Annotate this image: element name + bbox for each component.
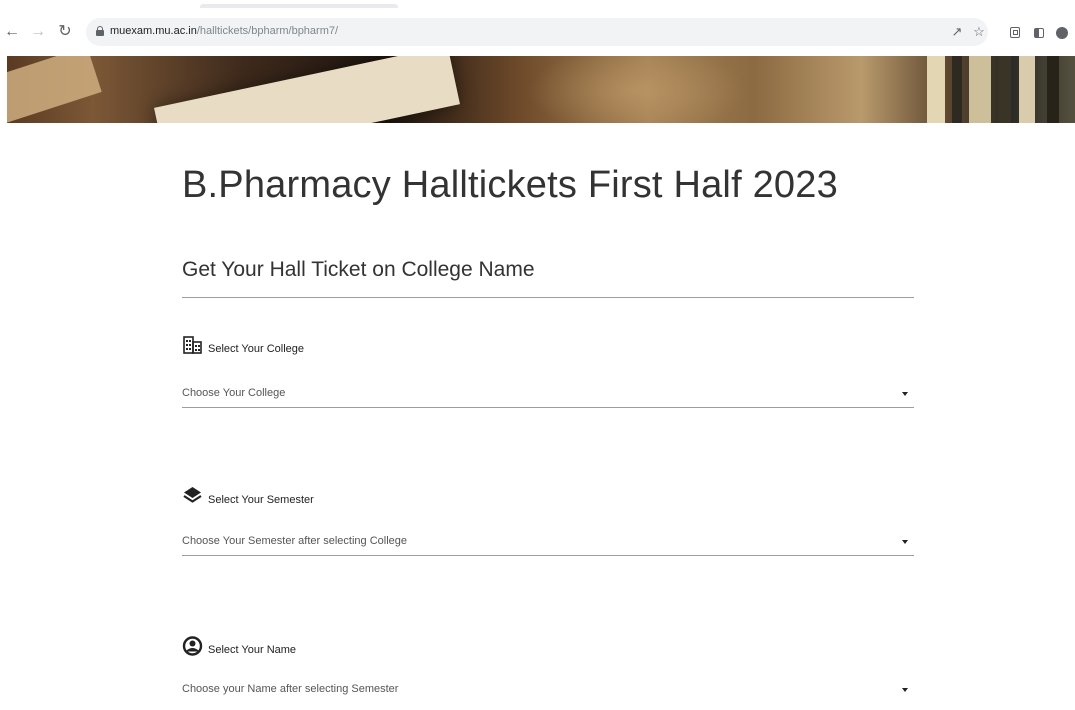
college-select[interactable]: Choose Your College (182, 382, 914, 408)
name-label-text: Select Your Name (208, 644, 297, 656)
share-icon[interactable]: ↗ (948, 23, 966, 41)
reload-icon[interactable]: ↻ (55, 22, 75, 42)
name-select-value: Choose your Name after selecting Semeste… (182, 683, 399, 695)
lock-icon[interactable] (96, 26, 104, 36)
url-path: /halltickets/bpharm/bpharm7/ (196, 25, 339, 37)
caret-down-icon (902, 540, 908, 544)
college-label-text: Select Your College (208, 343, 305, 355)
tab-strip (0, 0, 1075, 10)
semester-select[interactable]: Choose Your Semester after selecting Col… (182, 530, 914, 556)
forward-icon[interactable]: → (28, 22, 48, 42)
college-select-value: Choose Your College (182, 387, 286, 399)
layers-icon (183, 487, 202, 503)
heading-divider (182, 297, 914, 298)
name-select[interactable]: Choose your Name after selecting Semeste… (182, 678, 914, 704)
star-icon[interactable]: ☆ (970, 23, 988, 41)
side-panel-icon[interactable] (1030, 23, 1048, 41)
semester-label-text: Select Your Semester (208, 494, 314, 506)
url-text[interactable]: muexam.mu.ac.in/halltickets/bpharm/bphar… (110, 25, 338, 37)
name-label: Select Your Name (182, 636, 296, 656)
active-tab[interactable] (200, 4, 398, 8)
college-label: Select Your College (182, 335, 304, 355)
url-host: muexam.mu.ac.in (110, 25, 197, 37)
back-icon[interactable]: ← (2, 22, 22, 42)
address-bar[interactable]: muexam.mu.ac.in/halltickets/bpharm/bphar… (86, 18, 988, 46)
browser-toolbar: ← → ↻ muexam.mu.ac.in/halltickets/bpharm… (0, 14, 1075, 50)
user-circle-icon (182, 636, 203, 656)
page-title: B.Pharmacy Halltickets First Half 2023 (182, 164, 838, 206)
semester-select-value: Choose Your Semester after selecting Col… (182, 535, 408, 547)
extensions-icon[interactable] (1006, 23, 1024, 41)
semester-label: Select Your Semester (182, 486, 314, 506)
caret-down-icon (902, 392, 908, 396)
section-heading: Get Your Hall Ticket on College Name (182, 258, 535, 281)
building-icon (183, 336, 202, 354)
header-banner-image (7, 56, 1075, 123)
caret-down-icon (902, 688, 908, 692)
profile-icon[interactable] (1053, 23, 1071, 41)
